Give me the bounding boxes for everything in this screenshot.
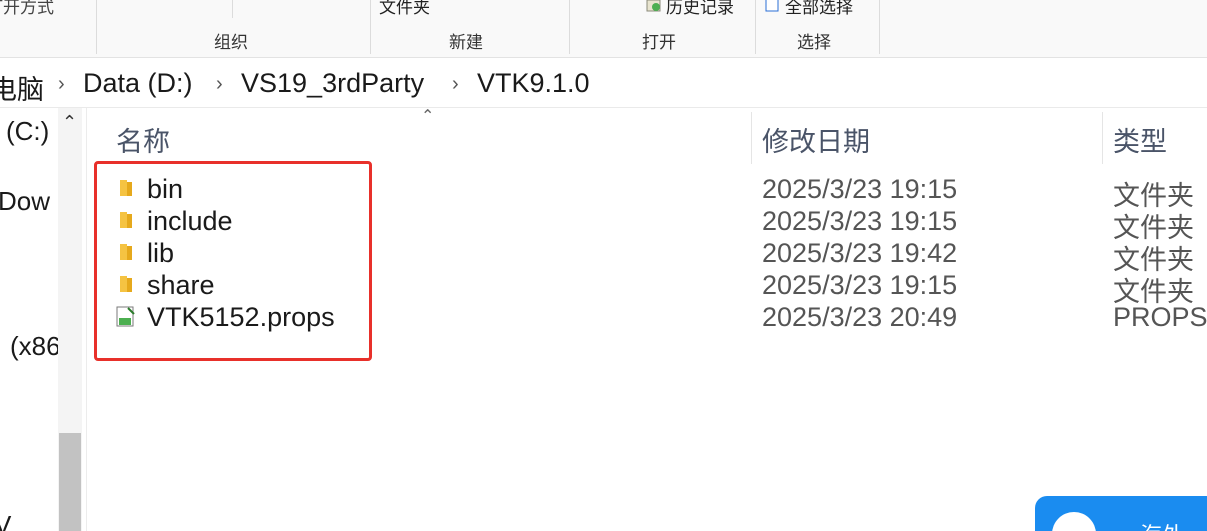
ribbon-divider	[96, 0, 97, 54]
breadcrumb[interactable]: 电脑 › Data (D:) › VS19_3rdParty › VTK9.1.…	[0, 58, 1207, 108]
breadcrumb-item-computer[interactable]: 电脑	[0, 68, 44, 107]
highlight-box	[94, 161, 372, 361]
ribbon-divider	[755, 0, 756, 54]
sort-up-icon: ⌃	[421, 108, 435, 125]
nav-scrollbar-thumb[interactable]	[59, 433, 81, 531]
ribbon-new-folder-label[interactable]: 文件夹	[379, 0, 430, 18]
column-divider[interactable]	[1102, 112, 1103, 164]
file-date: 2025/3/23 19:42	[762, 238, 958, 268]
ribbon-select-all-label[interactable]: 全部选择	[785, 0, 853, 18]
nav-item-downloads[interactable]: Dow	[0, 186, 50, 217]
ribbon-divider	[879, 0, 880, 54]
ribbon-divider	[232, 0, 233, 18]
ribbon-group-select: 选择	[797, 33, 831, 52]
column-divider[interactable]	[751, 112, 752, 164]
file-date: 2025/3/23 19:15	[762, 206, 958, 236]
nav-item-program-files-x86[interactable]: (x86	[10, 331, 61, 362]
select-all-icon	[765, 0, 781, 13]
ribbon-group-open: 打开	[642, 33, 676, 52]
column-header-type[interactable]: 类型	[1113, 120, 1167, 159]
ribbon-group-new: 新建	[449, 33, 483, 52]
file-date: 2025/3/23 19:15	[762, 174, 958, 204]
history-icon	[646, 0, 662, 13]
chevron-right-icon[interactable]: ›	[216, 73, 223, 96]
file-date: 2025/3/23 20:49	[762, 302, 958, 332]
breadcrumb-item-folder[interactable]: VS19_3rdParty	[241, 68, 424, 99]
file-type: PROPS	[1113, 302, 1207, 332]
ribbon-open-with-label[interactable]: 打开方式	[0, 0, 54, 18]
breadcrumb-item-current[interactable]: VTK9.1.0	[477, 68, 590, 99]
chevron-right-icon[interactable]: ›	[452, 73, 459, 96]
ribbon-divider	[569, 0, 570, 54]
floating-widget-label[interactable]: 海外	[1140, 518, 1184, 531]
column-header-date[interactable]: 修改日期	[762, 120, 870, 159]
ribbon-group-organize: 组织	[214, 33, 248, 52]
nav-item-partial[interactable]: V	[0, 510, 11, 531]
chevron-right-icon[interactable]: ›	[58, 73, 65, 96]
ribbon-history-label[interactable]: 历史记录	[666, 0, 734, 18]
ribbon: 打开方式 文件夹 历史记录 全部选择 组织 新建 打开 选择	[0, 0, 1207, 58]
nav-item-drive-c[interactable]: (C:)	[6, 116, 49, 147]
file-date: 2025/3/23 19:15	[762, 270, 958, 300]
scroll-up-arrow-icon[interactable]: ⌃	[62, 112, 77, 133]
column-header-name[interactable]: 名称	[116, 120, 170, 159]
ribbon-divider	[370, 0, 371, 54]
breadcrumb-item-drive[interactable]: Data (D:)	[83, 68, 193, 99]
